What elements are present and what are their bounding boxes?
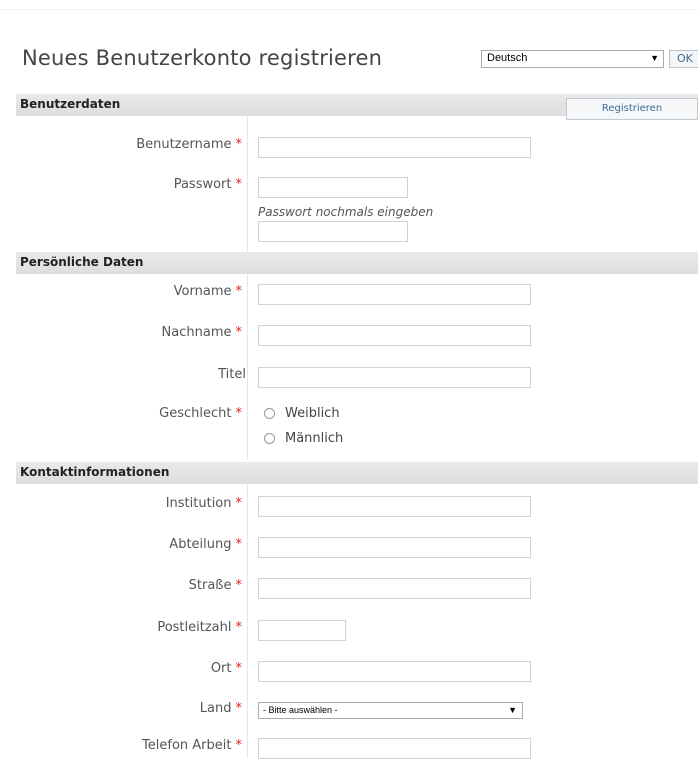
required-marker: * — [235, 738, 243, 753]
institution-label: Institution * — [165, 496, 243, 511]
institution-input[interactable] — [258, 496, 531, 517]
column-divider — [247, 116, 248, 252]
zip-input[interactable] — [258, 620, 346, 641]
password-repeat-input[interactable] — [258, 221, 408, 242]
firstname-label: Vorname * — [173, 284, 243, 299]
street-label: Straße * — [188, 578, 243, 593]
required-marker: * — [235, 578, 243, 593]
phone-work-label: Telefon Arbeit * — [142, 738, 242, 753]
required-marker: * — [235, 496, 243, 511]
gender-option-female[interactable]: Weiblich — [264, 406, 340, 421]
street-input[interactable] — [258, 578, 531, 599]
top-divider — [0, 9, 698, 10]
firstname-input[interactable] — [258, 284, 531, 305]
section-personal: Persönliche Daten — [16, 252, 698, 274]
country-placeholder: - Bitte auswählen - — [263, 705, 338, 715]
required-marker: * — [235, 284, 243, 299]
lastname-input[interactable] — [258, 325, 531, 346]
section-contact: Kontaktinformationen — [16, 462, 698, 484]
required-marker: * — [235, 325, 243, 340]
gender-label: Geschlecht * — [159, 406, 242, 421]
radio-icon[interactable] — [264, 433, 275, 444]
password-input[interactable] — [258, 177, 408, 198]
password-label: Passwort * — [173, 177, 243, 192]
page-title: Neues Benutzerkonto registrieren — [22, 46, 383, 70]
language-value: Deutsch — [487, 52, 528, 64]
column-divider — [247, 274, 248, 460]
country-label: Land * — [199, 701, 243, 716]
required-marker: * — [235, 701, 243, 716]
username-label: Benutzername * — [136, 137, 242, 152]
chevron-down-icon: ▼ — [508, 705, 517, 715]
title-label: Titel — [218, 367, 246, 382]
required-marker: * — [235, 406, 243, 421]
required-marker: * — [235, 620, 243, 635]
required-marker: * — [235, 661, 243, 676]
zip-label: Postleitzahl * — [157, 620, 242, 635]
country-select[interactable]: - Bitte auswählen - ▼ — [258, 702, 523, 719]
column-divider — [247, 484, 248, 758]
lastname-label: Nachname * — [161, 325, 243, 340]
radio-icon[interactable] — [264, 408, 275, 419]
required-marker: * — [235, 177, 243, 192]
language-select[interactable]: Deutsch ▼ — [481, 50, 664, 68]
department-input[interactable] — [258, 537, 531, 558]
gender-option-male[interactable]: Männlich — [264, 431, 343, 446]
ok-button[interactable]: OK — [669, 50, 698, 68]
password-repeat-hint: Passwort nochmals eingeben — [258, 205, 434, 219]
city-input[interactable] — [258, 661, 531, 682]
required-marker: * — [235, 137, 243, 152]
title-input[interactable] — [258, 367, 531, 388]
phone-work-input[interactable] — [258, 738, 531, 759]
username-input[interactable] — [258, 137, 531, 158]
city-label: Ort * — [210, 661, 243, 676]
department-label: Abteilung * — [169, 537, 242, 552]
required-marker: * — [235, 537, 243, 552]
register-button[interactable]: Registrieren — [566, 98, 698, 120]
chevron-down-icon: ▼ — [650, 53, 659, 63]
